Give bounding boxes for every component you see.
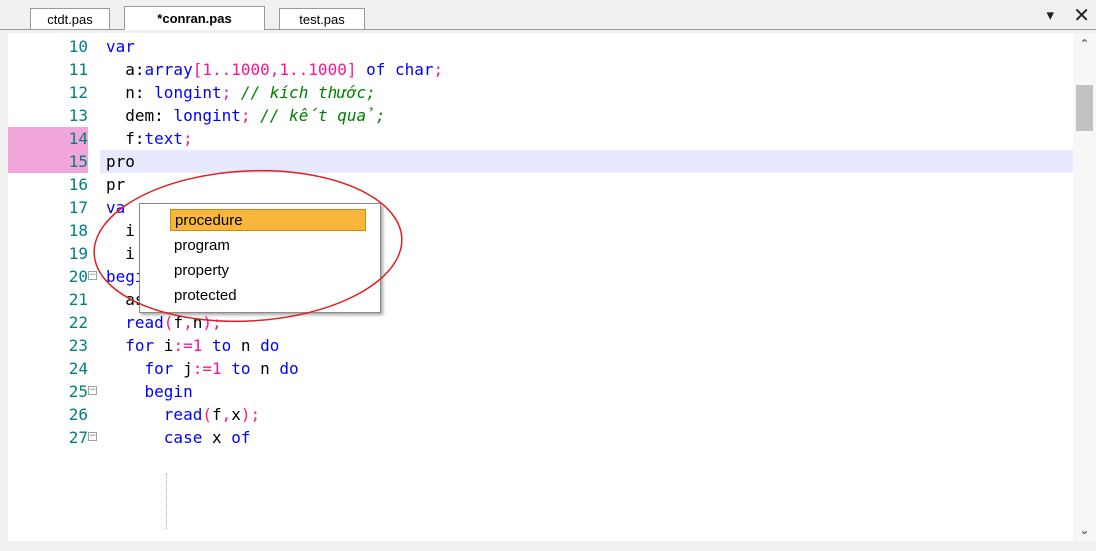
code-text: n: longint; // kích thước; xyxy=(106,83,376,102)
scrollbar-thumb[interactable] xyxy=(1076,85,1093,131)
code-line: 22 read(f,n); xyxy=(8,311,1073,334)
line-number: 23 xyxy=(68,336,88,355)
fold-collapse-icon[interactable]: − xyxy=(88,386,97,395)
code-text: begin xyxy=(144,382,193,401)
code-line-current: 15 pro xyxy=(8,150,1073,173)
code-line: 11 a:array[1..1000,1..1000] of char; xyxy=(8,58,1073,81)
fold-collapse-icon[interactable]: − xyxy=(88,432,97,441)
fold-collapse-icon[interactable]: − xyxy=(88,271,97,280)
code-text: f:text; xyxy=(106,129,193,148)
current-line-highlight xyxy=(100,150,1073,173)
code-text: a:array[1..1000,1..1000] of char; xyxy=(106,60,444,79)
tab-label: test.pas xyxy=(299,11,345,27)
indent-guide xyxy=(166,473,168,529)
code-line: 13 dem: longint; // kết quả; xyxy=(8,104,1073,127)
code-line: 24 for j:=1 to n do xyxy=(8,357,1073,380)
line-number: 22 xyxy=(68,313,88,332)
tab-conran-pas[interactable]: *conran.pas xyxy=(124,6,265,30)
line-number: 11 xyxy=(68,60,88,79)
line-number: 15 xyxy=(8,150,88,173)
line-number: 12 xyxy=(68,83,88,102)
code-text: read(f,x); xyxy=(163,405,261,424)
status-strip xyxy=(0,541,1096,551)
scroll-up-icon[interactable]: ⌃ xyxy=(1073,37,1096,51)
autocomplete-item-protected[interactable]: protected xyxy=(170,285,241,307)
line-number: 17 xyxy=(68,198,88,217)
code-text: case x of xyxy=(163,428,251,447)
tab-label: *conran.pas xyxy=(157,11,232,26)
code-line: 10 var xyxy=(8,35,1073,58)
code-line: 23 for i:=1 to n do xyxy=(8,334,1073,357)
line-number: 21 xyxy=(68,290,88,309)
tab-ctdt-pas[interactable]: ctdt.pas xyxy=(30,8,110,29)
autocomplete-item-procedure[interactable]: procedure xyxy=(170,209,366,231)
code-line: 27 − case x of xyxy=(8,426,1073,449)
line-number: 10 xyxy=(68,37,88,56)
line-number: 20 xyxy=(68,267,88,286)
code-text: for j:=1 to n do xyxy=(144,359,299,378)
code-text: va xyxy=(106,198,126,217)
autocomplete-popup[interactable]: procedure program property protected xyxy=(139,203,381,313)
code-text: dem: longint; // kết quả; xyxy=(106,106,386,125)
line-number: 14 xyxy=(8,127,88,150)
tab-test-pas[interactable]: test.pas xyxy=(279,8,365,29)
code-text: i xyxy=(106,221,135,240)
code-text: pr xyxy=(106,175,126,194)
code-text: read(f,n); xyxy=(125,313,222,332)
vertical-scrollbar[interactable]: ⌃ ⌄ xyxy=(1073,33,1096,541)
line-number: 25 xyxy=(68,382,88,401)
tab-label: ctdt.pas xyxy=(47,11,93,27)
ide-window: ctdt.pas test.pas *conran.pas ▾ ✕ 10 var… xyxy=(0,0,1096,551)
code-line: 25 − begin xyxy=(8,380,1073,403)
code-line-breakpoint: 14 f:text; xyxy=(8,127,1073,150)
code-text: pro xyxy=(106,152,135,171)
tab-menu-icon[interactable]: ▾ xyxy=(1046,6,1054,24)
line-number: 13 xyxy=(68,106,88,125)
line-number: 18 xyxy=(68,221,88,240)
code-line: 16 pr xyxy=(8,173,1073,196)
line-number: 19 xyxy=(68,244,88,263)
line-number: 26 xyxy=(68,405,88,424)
code-line: 26 read(f,x); xyxy=(8,403,1073,426)
scroll-down-icon[interactable]: ⌄ xyxy=(1073,523,1096,537)
autocomplete-item-property[interactable]: property xyxy=(170,260,233,282)
line-number: 24 xyxy=(68,359,88,378)
tab-bar: ctdt.pas test.pas *conran.pas ▾ ✕ xyxy=(0,0,1096,32)
close-icon[interactable]: ✕ xyxy=(1073,3,1090,27)
line-number: 27 xyxy=(68,428,88,447)
code-text: var xyxy=(106,37,135,56)
code-text: for i:=1 to n do xyxy=(125,336,280,355)
autocomplete-item-program[interactable]: program xyxy=(170,235,234,257)
code-line: 12 n: longint; // kích thước; xyxy=(8,81,1073,104)
line-number: 16 xyxy=(68,175,88,194)
